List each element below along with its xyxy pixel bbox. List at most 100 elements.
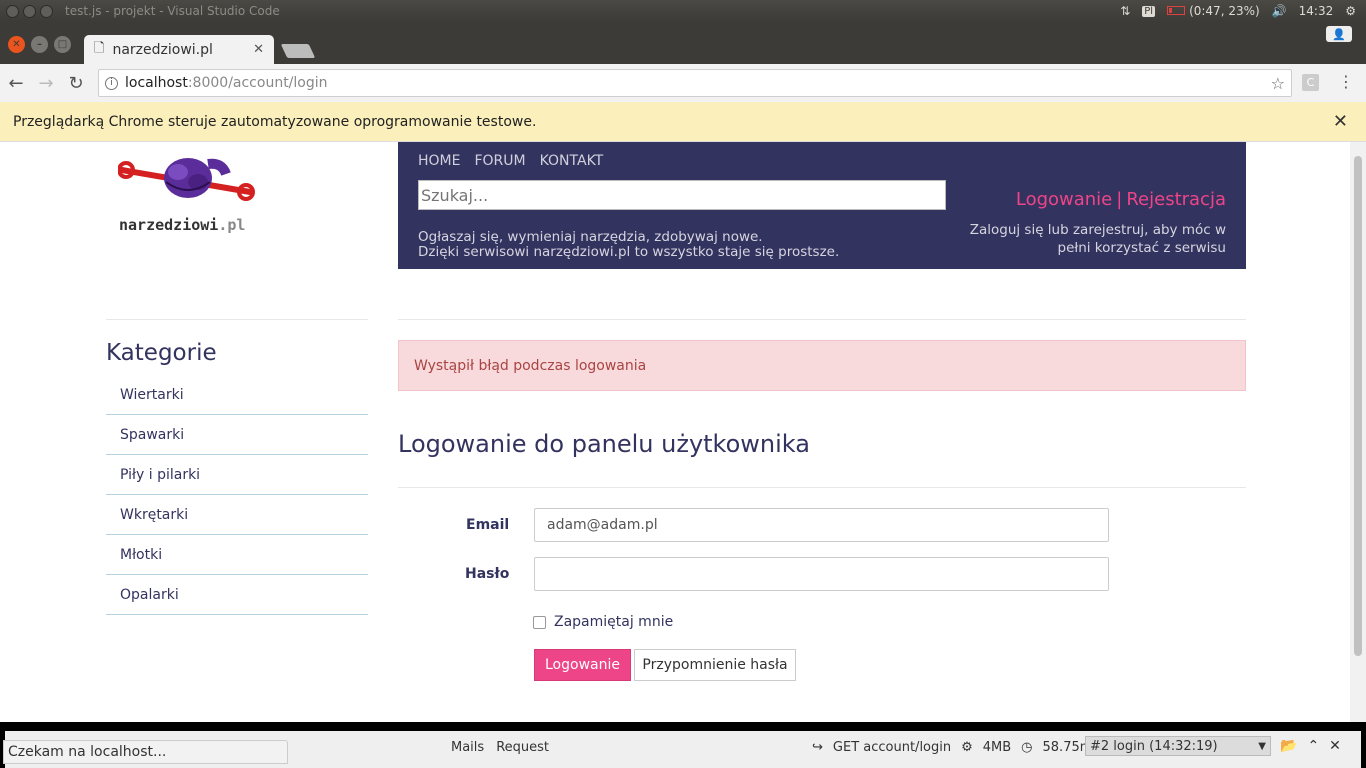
os-top-bar: test.js - projekt - Visual Studio Code ⇅… (0, 0, 1366, 22)
browser-window-controls: ✕ – □ (8, 36, 71, 53)
remember-label: Zapamiętaj mnie (554, 614, 674, 630)
time-clock-icon: ◷ (1021, 740, 1033, 755)
category-item-opalarki[interactable]: Opalarki (106, 575, 368, 615)
os-close-icon[interactable] (6, 4, 19, 18)
bookmark-star-icon[interactable]: ☆ (1271, 74, 1285, 93)
register-link[interactable]: Rejestracja (1126, 189, 1226, 210)
page-viewport: narzedziowi.pl HOME FORUM KONTAKT Ogłasz… (0, 142, 1366, 722)
password-field[interactable] (534, 557, 1109, 591)
logo-name: narzedziowi (119, 216, 219, 234)
browser-status-bar: Czekam na localhost... (3, 740, 288, 764)
browser-minimize-icon[interactable]: – (31, 36, 48, 53)
nav-contact[interactable]: KONTAKT (540, 153, 604, 169)
automation-infobar: Przeglądarką Chrome steruje zautomatyzow… (0, 102, 1366, 142)
tagline-line-1: Ogłaszaj się, wymieniaj narzędzia, zdoby… (418, 229, 763, 245)
form-divider (398, 487, 1246, 488)
debug-request-select[interactable]: #2 login (14:32:19) ▼ (1085, 736, 1271, 756)
settings-gear-icon[interactable]: ⚙ (1345, 4, 1356, 18)
volume-icon[interactable]: 🔊 (1272, 4, 1287, 18)
login-form-title: Logowanie do panelu użytkownika (398, 430, 810, 458)
auth-subtext: Zaloguj się lub zarejestruj, aby móc w p… (969, 222, 1226, 256)
profile-icon[interactable]: 👤 (1326, 26, 1352, 42)
os-maximize-icon[interactable] (40, 4, 53, 18)
debug-tabs: Mails Request (451, 740, 549, 755)
category-item-mlotki[interactable]: Młotki (106, 535, 368, 575)
nav-home[interactable]: HOME (418, 153, 460, 169)
os-window-title: test.js - projekt - Visual Studio Code (65, 4, 280, 18)
chevron-down-icon: ▼ (1258, 740, 1266, 752)
extension-icon[interactable]: C (1302, 74, 1319, 91)
new-tab-button[interactable] (280, 44, 316, 58)
battery-label: (0:47, 23%) (1189, 4, 1260, 18)
category-item-wkretarki[interactable]: Wkrętarki (106, 495, 368, 535)
main-divider (398, 319, 1246, 320)
reload-icon[interactable]: ↻ (62, 73, 90, 94)
chevron-up-icon[interactable]: ⌃ (1307, 738, 1319, 754)
auth-links: Logowanie | Rejestracja (1016, 189, 1226, 210)
debug-actions: 📂 ⌃ ✕ (1280, 738, 1341, 754)
main-nav: HOME FORUM KONTAKT (418, 153, 603, 169)
tagline: Ogłaszaj się, wymieniaj narzędzia, zdoby… (418, 230, 839, 260)
page-icon: 🗋 (94, 40, 105, 56)
os-indicators: ⇅ Pl (0:47, 23%) 🔊 14:32 ⚙ (1120, 4, 1356, 18)
os-minimize-icon[interactable] (23, 4, 36, 18)
info-icon[interactable]: i (105, 76, 118, 90)
debug-tab-request[interactable]: Request (496, 740, 549, 755)
browser-tab-strip: ✕ – □ 🗋 narzedziowi.pl ✕ 👤 (0, 22, 1366, 64)
scroll-thumb[interactable] (1354, 156, 1362, 656)
category-item-spawarki[interactable]: Spawarki (106, 415, 368, 455)
os-window-buttons (6, 4, 53, 18)
browser-menu-icon[interactable]: ⋮ (1338, 72, 1354, 91)
site-logo[interactable]: narzedziowi.pl (117, 152, 258, 234)
forward-arrow-icon[interactable]: → (32, 73, 60, 94)
wrench-fist-logo-icon (117, 158, 255, 201)
error-alert: Wystąpił błąd podczas logowania (398, 340, 1246, 391)
tab-title: narzedziowi.pl (112, 41, 213, 58)
email-field[interactable] (534, 508, 1109, 542)
category-list: Wiertarki Spawarki Piły i pilarki Wkręta… (106, 375, 368, 615)
keyboard-layout-indicator[interactable]: Pl (1142, 5, 1156, 17)
debug-request-select-value: #2 login (14:32:19) (1090, 738, 1218, 754)
debug-route[interactable]: GET account/login (833, 740, 951, 755)
auth-separator: | (1116, 189, 1123, 210)
back-arrow-icon[interactable]: ← (2, 73, 30, 94)
sidebar-title: Kategorie (106, 340, 217, 366)
logo-text: narzedziowi.pl (119, 216, 245, 234)
browser-tab[interactable]: 🗋 narzedziowi.pl ✕ (84, 35, 274, 64)
infobar-message: Przeglądarką Chrome steruje zautomatyzow… (13, 113, 537, 130)
url-path: :8000/account/login (187, 75, 328, 91)
remember-checkbox[interactable] (533, 615, 546, 629)
battery-indicator[interactable]: (0:47, 23%) (1167, 4, 1260, 18)
sidebar-divider (106, 319, 368, 320)
category-item-pily[interactable]: Piły i pilarki (106, 455, 368, 495)
login-button[interactable]: Logowanie (534, 649, 631, 681)
route-share-icon: ↪ (812, 740, 823, 755)
browser-close-icon[interactable]: ✕ (8, 36, 25, 53)
login-link[interactable]: Logowanie (1016, 189, 1112, 210)
browser-toolbar: ← → ↻ i localhost:8000/account/login ☆ C… (0, 64, 1366, 102)
clock[interactable]: 14:32 (1299, 4, 1334, 18)
address-bar[interactable]: i localhost:8000/account/login ☆ (98, 69, 1292, 97)
url-host: localhost (125, 75, 188, 91)
header-banner: HOME FORUM KONTAKT Ogłaszaj się, wymieni… (398, 142, 1246, 269)
debug-tab-mails[interactable]: Mails (451, 740, 484, 755)
battery-icon (1167, 6, 1186, 15)
debug-metrics: ↪ GET account/login ⚙ 4MB ◷ 58.75ms (812, 740, 1099, 755)
memory-gears-icon: ⚙ (961, 740, 973, 755)
folder-open-icon[interactable]: 📂 (1280, 738, 1297, 754)
infobar-close-icon[interactable]: ✕ (1333, 111, 1348, 132)
tab-close-icon[interactable]: ✕ (253, 42, 264, 57)
search-input[interactable] (418, 180, 946, 210)
nav-forum[interactable]: FORUM (474, 153, 525, 169)
remember-me[interactable]: Zapamiętaj mnie (533, 614, 673, 630)
browser-maximize-icon[interactable]: □ (54, 36, 71, 53)
category-item-wiertarki[interactable]: Wiertarki (106, 375, 368, 415)
email-label: Email (466, 517, 510, 533)
logo-tld: .pl (218, 216, 246, 234)
remind-password-button[interactable]: Przypomnienie hasła (634, 649, 796, 681)
close-icon[interactable]: ✕ (1329, 738, 1341, 754)
network-icon[interactable]: ⇅ (1120, 4, 1130, 18)
tagline-line-2: Dzięki serwisowi narzędziowi.pl to wszys… (418, 244, 840, 260)
page-scrollbar[interactable] (1350, 142, 1366, 722)
debug-memory: 4MB (982, 740, 1012, 755)
